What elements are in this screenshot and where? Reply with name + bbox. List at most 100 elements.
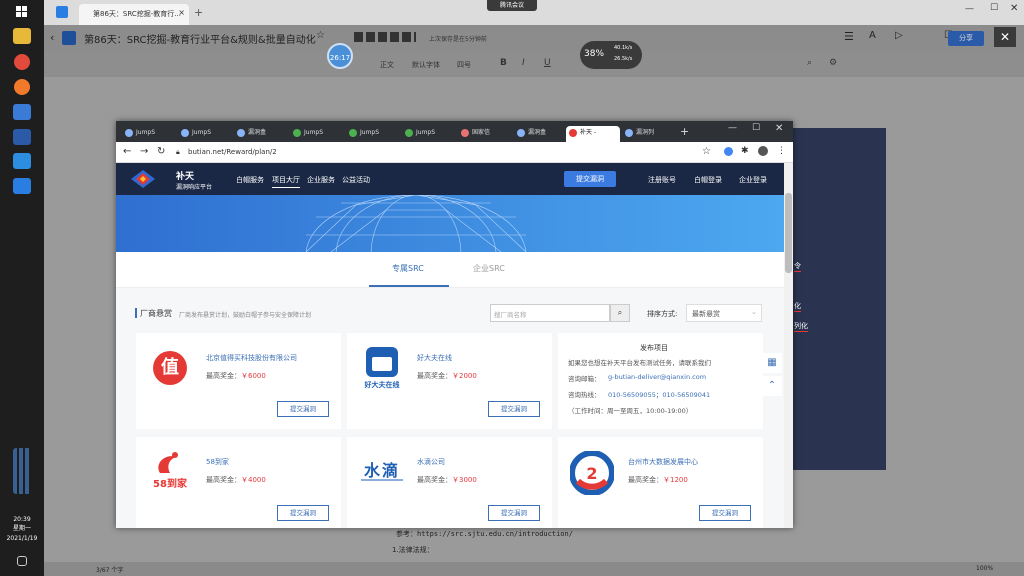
browser-scrollbar[interactable] bbox=[784, 163, 793, 528]
qr-code-button[interactable]: ▦ bbox=[762, 353, 782, 373]
new-tab-icon[interactable]: + bbox=[680, 125, 689, 138]
kebab-menu-icon[interactable]: ⋮ bbox=[777, 146, 786, 156]
meeting-badge-label: 腾讯会议 bbox=[499, 2, 524, 9]
menu-icon[interactable]: ☰ bbox=[844, 30, 854, 43]
body-style-select[interactable]: 正文 bbox=[380, 60, 394, 70]
tray-icons[interactable] bbox=[13, 448, 31, 494]
nav-whitehat-services[interactable]: 白帽服务 bbox=[236, 175, 264, 185]
nav-enterprise-services[interactable]: 企业服务 bbox=[307, 175, 335, 185]
back-icon[interactable]: ‹ bbox=[50, 31, 54, 44]
browser-tab[interactable]: JumpS bbox=[178, 126, 228, 142]
register-link[interactable]: 注册账号 bbox=[648, 175, 676, 185]
browser-tab[interactable]: 漏洞盒 bbox=[514, 126, 564, 142]
company-login-link[interactable]: 企业登录 bbox=[739, 175, 767, 185]
close-window-icon[interactable]: ✕ bbox=[1010, 3, 1018, 14]
tab-exclusive-src[interactable]: 专属SRC bbox=[392, 263, 424, 274]
nav-project-hall[interactable]: 项目大厅 bbox=[272, 175, 300, 188]
browser-tab[interactable]: JumpS bbox=[346, 126, 396, 142]
search-button[interactable]: ⌕ bbox=[610, 304, 630, 322]
shuidi-logo-icon: 水滴 bbox=[357, 457, 407, 487]
vendor-name[interactable]: 北京值得买科技股份有限公司 bbox=[206, 353, 297, 363]
search-icon[interactable]: ⌕ bbox=[807, 58, 812, 68]
url-field[interactable]: butian.net/Reward/plan/2 bbox=[188, 148, 277, 156]
play-icon[interactable]: ▷ bbox=[895, 30, 903, 41]
sort-value: 最新悬赏 bbox=[692, 310, 720, 318]
firefox-icon[interactable] bbox=[14, 79, 30, 95]
tab-enterprise-src[interactable]: 企业SRC bbox=[473, 263, 505, 274]
size-select[interactable]: 四号 bbox=[457, 60, 471, 70]
vendor-name[interactable]: 好大夫在线 bbox=[417, 353, 452, 363]
maximize-icon[interactable]: ☐ bbox=[990, 3, 998, 13]
taizhou-bigdata-logo-icon: 2 bbox=[569, 450, 615, 496]
sort-select[interactable]: 最新悬赏 ⌄ bbox=[686, 304, 762, 322]
browser-tab[interactable]: JumpS bbox=[122, 126, 172, 142]
zoom-level[interactable]: 100% bbox=[976, 565, 993, 572]
puzzle-icon[interactable]: ✱ bbox=[741, 146, 749, 156]
settings-icon[interactable]: ⚙ bbox=[829, 58, 837, 68]
underline-button[interactable]: U bbox=[544, 58, 551, 68]
browser-tab[interactable]: 国家信 bbox=[458, 126, 508, 142]
doc-body-line-1: 参考：https://src.sjtu.edu.cn/introduction/ bbox=[396, 530, 573, 538]
search-placeholder: 搜厂商名称 bbox=[494, 311, 527, 319]
vendor-name[interactable]: 水滴公司 bbox=[417, 457, 445, 467]
phone-label: 咨询热线： bbox=[568, 391, 601, 399]
browser-tab-active[interactable]: 补天 - bbox=[566, 126, 620, 142]
doc-tab[interactable]: 第86天：SRC挖掘-教育行... × bbox=[79, 4, 189, 25]
vendor-name[interactable]: 58到家 bbox=[206, 457, 229, 467]
browser-tab[interactable]: JumpS bbox=[402, 126, 452, 142]
font-select[interactable]: 默认字体 bbox=[412, 60, 440, 70]
app-icon[interactable] bbox=[13, 153, 31, 169]
share-button[interactable]: 分享 bbox=[948, 31, 984, 46]
vendor-card[interactable]: 58到家 58到家 最高奖金：￥4000 提交漏洞 bbox=[136, 437, 341, 528]
scrollbar-thumb[interactable] bbox=[785, 193, 792, 273]
doc-app-icon[interactable] bbox=[13, 178, 31, 194]
chrome-icon[interactable] bbox=[14, 54, 30, 70]
side-text-2: 化 bbox=[794, 302, 801, 312]
maximize-icon[interactable]: ☐ bbox=[752, 123, 760, 133]
butian-logo-icon[interactable] bbox=[130, 169, 156, 189]
remote-desktop-icon[interactable] bbox=[13, 104, 31, 120]
email-link[interactable]: g-butian-deliver@qianxin.com bbox=[608, 373, 706, 381]
reload-icon[interactable]: ↻ bbox=[157, 146, 165, 157]
vendor-card[interactable]: 水滴 水滴公司 最高奖金：￥3000 提交漏洞 bbox=[347, 437, 552, 528]
font-icon[interactable]: A bbox=[869, 30, 876, 41]
whitehat-login-link[interactable]: 白帽登录 bbox=[694, 175, 722, 185]
submit-vuln-button[interactable]: 提交漏洞 bbox=[488, 401, 540, 417]
browser-tab[interactable]: 漏洞列 bbox=[622, 126, 676, 142]
browser-tab[interactable]: 漏洞盒 bbox=[234, 126, 284, 142]
minimize-icon[interactable]: — bbox=[728, 123, 737, 133]
star-icon[interactable]: ☆ bbox=[316, 30, 325, 41]
bookmark-star-icon[interactable]: ☆ bbox=[702, 146, 711, 157]
close-tab-icon[interactable]: × bbox=[178, 8, 185, 17]
meeting-badge[interactable]: 腾讯会议 bbox=[487, 0, 537, 11]
speed-down: 26.5k/s bbox=[614, 56, 633, 62]
submit-vuln-button[interactable]: 提交漏洞 bbox=[564, 171, 616, 187]
profile-icon[interactable] bbox=[758, 146, 768, 156]
vendor-card[interactable]: 值 北京值得买科技股份有限公司 最高奖金：￥6000 提交漏洞 bbox=[136, 333, 341, 429]
submit-vuln-button[interactable]: 提交漏洞 bbox=[488, 505, 540, 521]
back-to-top-button[interactable]: ⌃ bbox=[762, 376, 782, 396]
notification-icon[interactable] bbox=[17, 556, 27, 566]
submit-vuln-button[interactable]: 提交漏洞 bbox=[277, 505, 329, 521]
forward-icon[interactable]: → bbox=[140, 146, 148, 157]
extension-icon[interactable] bbox=[724, 147, 733, 156]
vendor-card[interactable]: 好大夫在线 好大夫在线 最高奖金：￥2000 提交漏洞 bbox=[347, 333, 552, 429]
vendor-card[interactable]: 2 台州市大数据发展中心 最高奖金：￥1200 提交漏洞 bbox=[558, 437, 763, 528]
new-tab-icon[interactable]: + bbox=[194, 6, 203, 19]
back-icon[interactable]: ← bbox=[123, 146, 131, 157]
submit-vuln-button[interactable]: 提交漏洞 bbox=[277, 401, 329, 417]
nav-public-activities[interactable]: 公益活动 bbox=[342, 175, 370, 185]
browser-tab-bar: JumpS JumpS 漏洞盒 JumpS JumpS JumpS 国家信 漏洞… bbox=[116, 121, 793, 142]
submit-vuln-button[interactable]: 提交漏洞 bbox=[699, 505, 751, 521]
file-explorer-icon[interactable] bbox=[13, 28, 31, 44]
vendor-search-input[interactable]: 搜厂商名称 bbox=[490, 304, 610, 322]
minimize-icon[interactable]: — bbox=[965, 4, 974, 14]
windows-start-icon[interactable] bbox=[13, 4, 31, 20]
powershell-icon[interactable] bbox=[13, 129, 31, 145]
browser-tab[interactable]: JumpS bbox=[290, 126, 340, 142]
vendor-name[interactable]: 台州市大数据发展中心 bbox=[628, 457, 698, 467]
overlay-close-button[interactable]: ✕ bbox=[994, 27, 1016, 47]
bold-button[interactable]: B bbox=[500, 58, 507, 68]
italic-button[interactable]: I bbox=[522, 58, 525, 68]
close-window-icon[interactable]: ✕ bbox=[775, 123, 783, 134]
